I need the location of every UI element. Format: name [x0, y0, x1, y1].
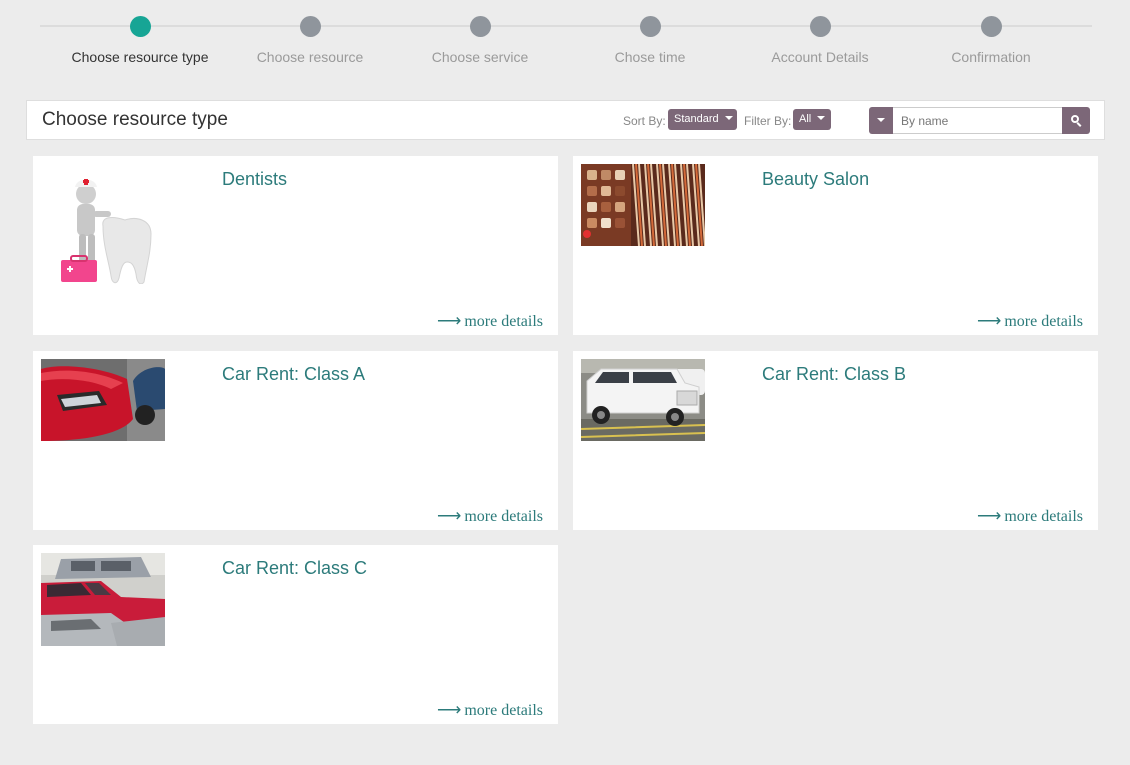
sort-by-label: Sort By: — [623, 114, 666, 128]
caret-down-icon — [724, 116, 733, 120]
search-group — [869, 107, 1090, 134]
search-icon-handle — [1076, 122, 1082, 127]
step-choose-service[interactable]: Choose service — [395, 14, 565, 65]
step-dot — [639, 16, 661, 37]
more-details-link[interactable]: ⟶ more details — [437, 311, 543, 331]
step-label: Confirmation — [951, 49, 1031, 65]
parking-lot-image — [41, 553, 165, 646]
step-label: Choose service — [431, 49, 529, 65]
filter-by-label: Filter By: — [744, 114, 792, 128]
arrow-right-icon: ⟶ — [976, 506, 1002, 525]
step-dot — [809, 16, 831, 37]
step-chose-time[interactable]: Chose time — [565, 14, 735, 65]
more-details-link[interactable]: ⟶ more details — [437, 700, 543, 720]
progress-steps: Choose resource type Choose resource Cho… — [40, 14, 1092, 74]
step-dot — [299, 16, 321, 37]
step-label: Chose time — [614, 49, 686, 65]
more-details-link[interactable]: ⟶ more details — [437, 506, 543, 526]
step-label: Choose resource — [256, 49, 364, 65]
more-details-label: more details — [464, 508, 543, 525]
more-details-label: more details — [464, 313, 543, 330]
search-button[interactable] — [1062, 107, 1090, 134]
step-label: Choose resource type — [71, 49, 209, 65]
more-details-link[interactable]: ⟶ more details — [977, 311, 1083, 331]
resource-card-car-rent-class-b[interactable]: Car Rent: Class B ⟶ more details — [573, 351, 1098, 530]
step-account-details[interactable]: Account Details — [735, 14, 905, 65]
card-title[interactable]: Car Rent: Class C — [222, 558, 367, 579]
caret-down-icon — [877, 118, 885, 122]
sort-value: Standard — [674, 113, 719, 125]
dentist-figure-image — [41, 164, 165, 284]
arrow-right-icon: ⟶ — [436, 506, 462, 525]
arrow-right-icon: ⟶ — [976, 311, 1002, 330]
search-options-button[interactable] — [869, 107, 893, 134]
sort-dropdown[interactable]: Standard — [668, 109, 737, 130]
more-details-label: more details — [1004, 313, 1083, 330]
resource-card-car-rent-class-c[interactable]: Car Rent: Class C ⟶ more details — [33, 545, 558, 724]
step-dot — [469, 16, 491, 37]
resource-card-dentists[interactable]: Dentists ⟶ more details — [33, 156, 558, 335]
caret-down-icon — [817, 116, 826, 120]
resource-card-beauty-salon[interactable]: Beauty Salon ⟶ more details — [573, 156, 1098, 335]
card-title[interactable]: Car Rent: Class B — [762, 364, 906, 385]
more-details-label: more details — [1004, 508, 1083, 525]
resource-type-header: Choose resource type Sort By: Standard F… — [26, 100, 1105, 140]
step-choose-resource[interactable]: Choose resource — [225, 14, 395, 65]
more-details-link[interactable]: ⟶ more details — [977, 506, 1083, 526]
step-dot — [980, 16, 1002, 37]
search-input[interactable] — [893, 107, 1062, 134]
step-label: Account Details — [771, 49, 869, 65]
step-dot-active — [129, 16, 151, 37]
white-jeep-image — [581, 359, 705, 441]
card-title[interactable]: Car Rent: Class A — [222, 364, 365, 385]
page-title: Choose resource type — [42, 109, 228, 130]
arrow-right-icon: ⟶ — [436, 311, 462, 330]
filter-dropdown[interactable]: All — [793, 109, 831, 130]
arrow-right-icon: ⟶ — [436, 700, 462, 719]
resource-card-car-rent-class-a[interactable]: Car Rent: Class A ⟶ more details — [33, 351, 558, 530]
filter-value: All — [799, 113, 812, 125]
step-confirmation[interactable]: Confirmation — [906, 14, 1076, 65]
card-title[interactable]: Beauty Salon — [762, 169, 869, 190]
beauty-salon-image — [581, 164, 705, 246]
more-details-label: more details — [464, 702, 543, 719]
red-car-image — [41, 359, 165, 441]
step-choose-resource-type[interactable]: Choose resource type — [55, 14, 225, 65]
card-title[interactable]: Dentists — [222, 169, 287, 190]
